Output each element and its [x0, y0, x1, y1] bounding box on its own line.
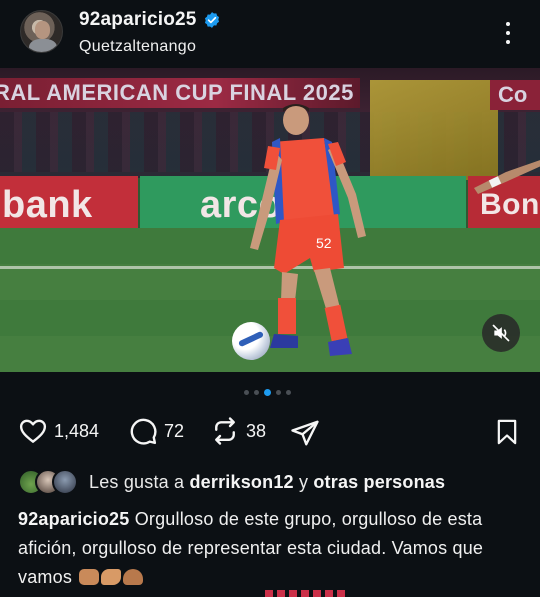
- like-count: 1,484: [54, 420, 100, 441]
- bookmark-button[interactable]: [493, 417, 521, 447]
- liked-by-prefix: Les gusta a: [89, 471, 185, 492]
- username-row: 92aparicio25: [79, 9, 221, 31]
- adboard-left-text: bank: [2, 184, 93, 226]
- repost-icon: [215, 417, 235, 445]
- avatar[interactable]: [20, 10, 63, 53]
- jersey-number: 52: [316, 235, 332, 251]
- heart-hands-emoji-icon: [123, 569, 144, 585]
- repost-count: 38: [246, 420, 267, 441]
- post-location[interactable]: Quetzaltenango: [79, 38, 196, 56]
- post-image[interactable]: RAL AMERICAN CUP FINAL 2025 Co bank arco…: [0, 68, 540, 372]
- next-post-preview-edge: [265, 590, 345, 597]
- avatar-face: [35, 21, 50, 39]
- carousel-dot[interactable]: [286, 390, 291, 395]
- flexed-biceps-emoji-icon: [101, 569, 122, 585]
- liked-by-text: Les gusta a derrikson12 y otras personas: [89, 472, 445, 493]
- bookmark-icon: [497, 419, 517, 445]
- speaker-muted-icon[interactable]: [482, 314, 520, 352]
- carousel-dot[interactable]: [244, 390, 249, 395]
- carousel-dot[interactable]: [276, 390, 281, 395]
- like-button[interactable]: 1,484: [18, 416, 99, 446]
- carousel-indicator: [244, 389, 291, 396]
- post-caption: 92aparicio25 Orgulloso de este grupo, or…: [18, 505, 518, 592]
- raising-hands-emoji-icon: [79, 569, 100, 585]
- liked-by-connector: y: [298, 471, 309, 492]
- share-button[interactable]: [290, 418, 320, 448]
- liked-by-others-link[interactable]: otras personas: [313, 472, 445, 492]
- verified-badge-icon: [204, 12, 219, 28]
- comment-icon: [130, 418, 157, 445]
- opponent-arm: [474, 160, 540, 194]
- comment-button[interactable]: 72: [128, 416, 184, 446]
- repost-button[interactable]: 38: [210, 416, 266, 446]
- post-header: 92aparicio25 Quetzaltenango: [0, 0, 540, 68]
- carousel-dot[interactable]: [254, 390, 259, 395]
- carousel-dot-active[interactable]: [264, 389, 271, 396]
- football: [232, 322, 270, 360]
- liked-by-row[interactable]: Les gusta a derrikson12 y otras personas: [18, 468, 445, 496]
- avatar-body: [29, 39, 57, 52]
- stadium-banner-right-text: Co: [498, 82, 528, 107]
- post-actions: 1,484 72 38: [0, 414, 540, 454]
- liked-by-user-link[interactable]: derrikson12: [189, 472, 293, 492]
- share-icon: [291, 420, 319, 446]
- username-link[interactable]: 92aparicio25: [79, 9, 197, 31]
- comment-count: 72: [164, 420, 185, 441]
- liker-avatar: [52, 469, 78, 495]
- heart-icon: [19, 419, 47, 443]
- caption-username-link[interactable]: 92aparicio25: [18, 509, 129, 529]
- more-vertical-icon[interactable]: [500, 20, 516, 46]
